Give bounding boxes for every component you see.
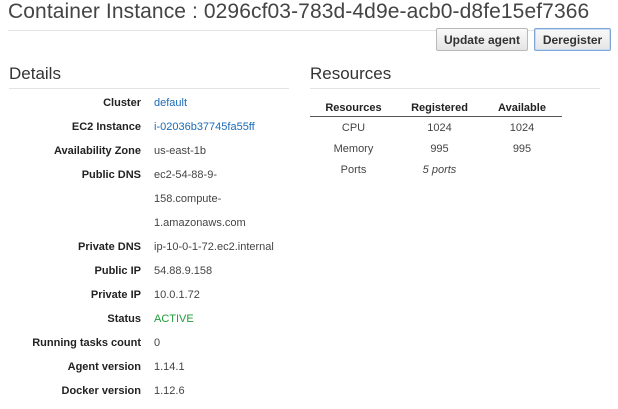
- detail-row-public-dns-cont2: 1.amazonaws.com: [0, 217, 300, 241]
- details-heading: Details: [9, 64, 61, 83]
- detail-row-public-dns-cont1: 158.compute-: [0, 193, 300, 217]
- available-cell: [482, 159, 562, 180]
- cluster-label: Cluster: [103, 97, 141, 109]
- col-header-registered: Registered: [397, 99, 482, 117]
- public-dns-value-line3: 1.amazonaws.com: [154, 217, 246, 229]
- resources-table: Resources Registered Available CPU 1024 …: [310, 99, 562, 180]
- agent-version-label: Agent version: [67, 361, 141, 373]
- private-dns-value: ip-10-0-1-72.ec2.internal: [154, 241, 274, 253]
- public-dns-value-line2: 158.compute-: [154, 193, 222, 205]
- detail-row-az: Availability Zone us-east-1b: [0, 145, 300, 169]
- docker-version-value: 1.12.6: [154, 385, 185, 397]
- table-header-row: Resources Registered Available: [310, 99, 562, 117]
- resources-divider: [310, 88, 600, 89]
- availability-zone-label: Availability Zone: [53, 145, 141, 157]
- resource-name-cell: CPU: [341, 121, 366, 134]
- available-cell: 1024: [509, 121, 535, 134]
- detail-row-public-dns: Public DNS ec2-54-88-9-: [0, 169, 300, 193]
- public-ip-label: Public IP: [94, 265, 141, 277]
- detail-row-cluster: Cluster default: [0, 97, 300, 121]
- ec2-instance-link[interactable]: i-02036b37745fa55ff: [154, 121, 255, 133]
- registered-cell: 995: [430, 142, 449, 155]
- private-ip-label: Private IP: [90, 289, 141, 301]
- resource-name-cell: Memory: [333, 142, 374, 155]
- running-tasks-label: Running tasks count: [32, 337, 141, 349]
- col-header-available: Available: [482, 99, 562, 117]
- status-label: Status: [107, 313, 141, 325]
- public-dns-label: Public DNS: [81, 169, 141, 181]
- running-tasks-value: 0: [154, 337, 161, 349]
- detail-row-agent-version: Agent version 1.14.1: [0, 361, 300, 385]
- page-title: Container Instance : 0296cf03-783d-4d9e-…: [8, 0, 590, 23]
- col-header-resources: Resources: [310, 99, 397, 117]
- details-divider: [9, 88, 289, 89]
- update-agent-button[interactable]: Update agent: [436, 28, 528, 51]
- status-badge: ACTIVE: [154, 313, 194, 325]
- detail-row-status: Status ACTIVE: [0, 313, 300, 337]
- registered-cell: 1024: [427, 121, 452, 134]
- deregister-button[interactable]: Deregister: [534, 28, 611, 51]
- resource-name-cell: Ports: [340, 163, 367, 176]
- detail-row-ec2: EC2 Instance i-02036b37745fa55ff: [0, 121, 300, 145]
- table-row: Memory 995 995: [310, 138, 562, 159]
- ec2-instance-label: EC2 Instance: [71, 121, 141, 133]
- cluster-link[interactable]: default: [154, 97, 187, 109]
- detail-row-private-dns: Private DNS ip-10-0-1-72.ec2.internal: [0, 241, 300, 265]
- table-row: CPU 1024 1024: [310, 117, 562, 139]
- available-cell: 995: [512, 142, 532, 155]
- detail-row-public-ip: Public IP 54.88.9.158: [0, 265, 300, 289]
- detail-row-private-ip: Private IP 10.0.1.72: [0, 289, 300, 313]
- docker-version-label: Docker version: [61, 385, 141, 397]
- agent-version-value: 1.14.1: [154, 361, 185, 373]
- availability-zone-value: us-east-1b: [154, 145, 206, 157]
- public-dns-value-line1: ec2-54-88-9-: [154, 169, 217, 181]
- detail-row-docker-version: Docker version 1.12.6: [0, 385, 300, 409]
- private-dns-label: Private DNS: [78, 241, 141, 253]
- table-row: Ports 5 ports: [310, 159, 562, 180]
- resources-heading: Resources: [310, 64, 392, 83]
- detail-row-running-tasks: Running tasks count 0: [0, 337, 300, 361]
- public-ip-value: 54.88.9.158: [154, 265, 213, 277]
- private-ip-value: 10.0.1.72: [154, 289, 200, 301]
- registered-cell: 5 ports: [422, 163, 457, 176]
